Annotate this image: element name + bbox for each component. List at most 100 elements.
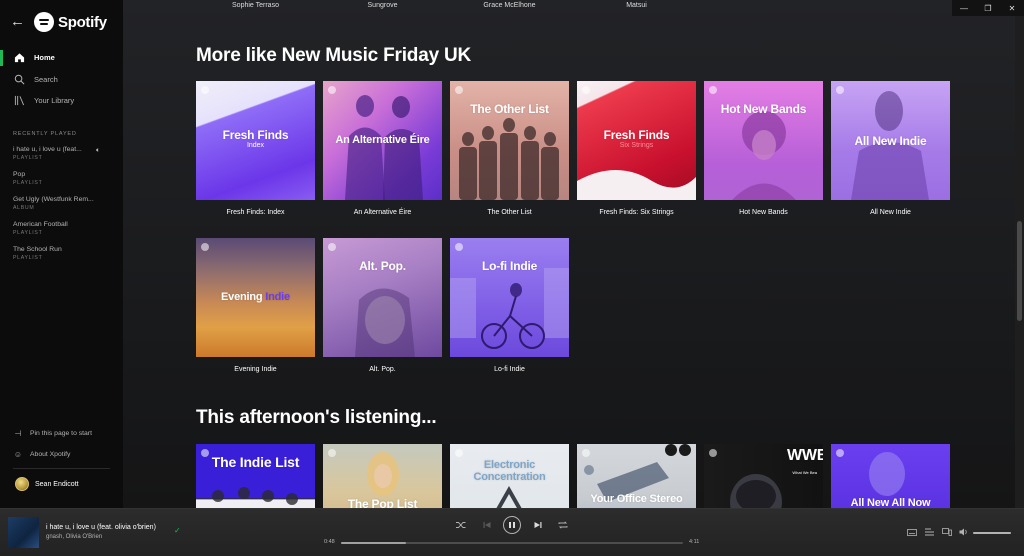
playlist-card[interactable]: WWB What We Bea [704, 444, 823, 508]
playlist-art: WWB What We Bea [704, 444, 823, 508]
art-title-part: Evening [221, 291, 263, 303]
playlist-card[interactable]: Evening Indie Evening Indie [196, 238, 315, 373]
art-title: Hot New Bands [720, 102, 807, 116]
devices-icon[interactable] [941, 527, 953, 537]
art-title: Your Office Stereo [590, 493, 683, 505]
now-playing-title[interactable]: i hate u, i love u (feat. olivia o'brien… [46, 524, 156, 531]
recently-played-type: PLAYLIST [13, 254, 43, 261]
playlist-card[interactable]: Electronic Concentration [450, 444, 569, 508]
keyboard-icon[interactable] [906, 527, 918, 537]
volume-fill [973, 532, 1011, 534]
art-subtitle: Six Strings [619, 142, 654, 149]
pause-icon [513, 522, 515, 528]
close-button[interactable]: ✕ [1000, 0, 1024, 16]
playlist-card[interactable]: The Other List The Other List [450, 81, 569, 216]
total-time: 4:11 [689, 539, 700, 545]
pause-button[interactable] [503, 516, 521, 534]
pin-page-button[interactable]: ⊣ Pin this page to start [0, 423, 123, 444]
user-name: Sean Endicott [35, 480, 79, 488]
card-title: Hot New Bands [739, 209, 788, 216]
card-title: Lo-fi Indie [494, 366, 525, 373]
recently-played-list: i hate u, i love u (feat... PLAYLIST 🔈︎ … [0, 143, 123, 268]
card-title: Evening Indie [234, 366, 277, 373]
next-track-icon[interactable] [532, 519, 544, 531]
playlist-card[interactable]: Alt. Pop. Alt. Pop. [323, 238, 442, 373]
card-title: The Other List [487, 209, 532, 216]
playlist-art: Electronic Concentration [450, 444, 569, 508]
minimize-button[interactable]: — [952, 0, 976, 16]
main-scrollbar[interactable] [1015, 16, 1024, 508]
volume-slider[interactable] [973, 532, 1011, 534]
home-icon [13, 52, 25, 64]
saved-check-icon[interactable]: ✓ [174, 526, 181, 535]
scrollbar-thumb[interactable] [1017, 221, 1022, 321]
playlist-art: An Alternative Éire [323, 81, 442, 200]
previous-row-labels: Sophie Terraso Sungrove Grace McElhone M… [123, 2, 1024, 12]
recently-played-item[interactable]: i hate u, i love u (feat... PLAYLIST 🔈︎ [0, 143, 123, 168]
playlist-card[interactable]: Hot New Bands Hot New Bands [704, 81, 823, 216]
section-title: This afternoon's listening... [196, 407, 437, 428]
nav-search[interactable]: Search [0, 69, 123, 91]
progress-fill [341, 542, 406, 544]
playlist-art: The Pop List [323, 444, 442, 508]
playlist-card[interactable]: The Indie List [196, 444, 315, 508]
playlist-card[interactable]: Lo-fi Indie Lo-fi Indie [450, 238, 569, 373]
playlist-art: Your Office Stereo [577, 444, 696, 508]
triangle-graphic [496, 485, 522, 508]
playlist-art: The Other List [450, 81, 569, 200]
restore-button[interactable]: ❐ [976, 0, 1000, 16]
library-icon [13, 95, 25, 107]
art-title: The Pop List [347, 497, 418, 508]
shuffle-icon[interactable] [455, 519, 467, 531]
brand-name: Spotify [58, 13, 107, 31]
recently-played-item[interactable]: The School Run PLAYLIST [0, 243, 123, 268]
spotify-mark-icon [201, 86, 209, 94]
playlist-card[interactable]: An Alternative Éire An Alternative Éire [323, 81, 442, 216]
back-arrow-icon[interactable]: ← [10, 14, 26, 30]
recently-played-title: Get Ugly (Westfunk Rem... [13, 195, 94, 203]
speaker-icon: 🔈︎ [96, 146, 101, 154]
about-button[interactable]: ☺︎ About Xpotify [0, 444, 123, 465]
volume-icon[interactable] [958, 527, 970, 537]
art-title: All New All Now [850, 497, 931, 508]
nav-home[interactable]: Home [0, 47, 123, 69]
card-title[interactable]: Sungrove [323, 2, 442, 9]
playlist-card[interactable]: Fresh Finds Index Fresh Finds: Index [196, 81, 315, 216]
art-title: Lo-fi Indie [481, 259, 538, 273]
playlist-art: Fresh Finds Index [196, 81, 315, 200]
playlist-card[interactable]: Fresh Finds Six Strings Fresh Finds: Six… [577, 81, 696, 216]
recently-played-type: PLAYLIST [13, 179, 43, 186]
playlist-card[interactable]: Your Office Stereo [577, 444, 696, 508]
progress-bar[interactable] [341, 542, 683, 544]
spotify-app: ← Spotify Home Search Your Library RECEN… [0, 0, 1024, 556]
previous-track-icon[interactable] [481, 519, 493, 531]
smiley-icon: ☺︎ [13, 450, 23, 459]
playlist-card[interactable]: All New Indie All New Indie [831, 81, 950, 216]
recently-played-heading: RECENTLY PLAYED [13, 130, 77, 137]
recently-played-title: The School Run [13, 245, 62, 253]
about-label: About Xpotify [30, 451, 71, 458]
recently-played-item[interactable]: American Football PLAYLIST [0, 218, 123, 243]
artist-photo [732, 111, 796, 200]
user-profile[interactable]: Sean Endicott [0, 472, 123, 496]
recently-played-item[interactable]: Get Ugly (Westfunk Rem... ALBUM [0, 193, 123, 218]
playlist-art: Lo-fi Indie [450, 238, 569, 357]
playlist-card[interactable]: The Pop List [323, 444, 442, 508]
pin-icon: ⊣ [14, 429, 22, 438]
recently-played-title: American Football [13, 220, 68, 228]
queue-icon[interactable] [924, 527, 936, 537]
card-title[interactable]: Sophie Terraso [196, 2, 315, 9]
playlist-card[interactable]: All New All Now [831, 444, 950, 508]
now-playing-artist[interactable]: gnash, Olivia O'Brien [46, 534, 102, 540]
art-title-accent: Indie [265, 291, 290, 303]
recently-played-item[interactable]: Pop PLAYLIST [0, 168, 123, 193]
sidebar-divider [13, 468, 110, 469]
spotify-logo[interactable]: Spotify [34, 12, 107, 32]
spotify-logo-icon [34, 12, 54, 32]
nav-library[interactable]: Your Library [0, 90, 123, 112]
card-title[interactable]: Grace McElhone [450, 2, 569, 9]
now-playing-art[interactable] [8, 517, 39, 548]
repeat-icon[interactable] [557, 519, 569, 531]
playlist-art: The Indie List [196, 444, 315, 508]
card-title[interactable]: Matsui [577, 2, 696, 9]
